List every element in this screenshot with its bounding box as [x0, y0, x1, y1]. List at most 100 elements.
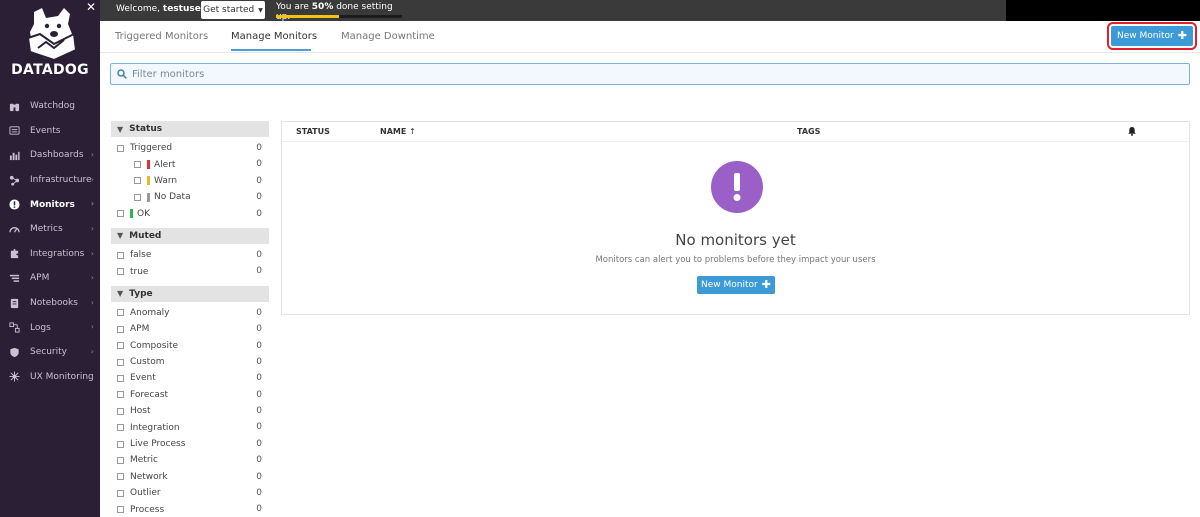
facet-checkbox[interactable] [117, 210, 124, 218]
get-started-button[interactable]: Get started ▼ [201, 1, 265, 19]
status-color-swatch [130, 209, 133, 219]
facet-header-muted[interactable]: ▼ Muted [111, 227, 269, 244]
sidebar-item-label: Security [30, 347, 67, 358]
facet-label: Triggered [130, 143, 173, 154]
facet-count: 0 [256, 373, 262, 384]
filter-monitors-input[interactable] [132, 68, 1132, 80]
sidebar-item-ux-monitoring[interactable]: UX Monitoring › [0, 365, 100, 390]
plus-icon: ✚ [1177, 29, 1187, 42]
facet-checkbox[interactable] [117, 309, 124, 317]
facet-row-outlier[interactable]: Outlier 0 [111, 485, 269, 501]
sidebar-item-monitors[interactable]: Monitors › [0, 192, 100, 217]
facet-row-ok[interactable]: OK 0 [111, 206, 269, 222]
facet-checkbox[interactable] [117, 374, 124, 382]
sidebar-item-events[interactable]: Events [0, 119, 100, 144]
bell-icon[interactable] [1127, 126, 1137, 136]
facet-row-live-process[interactable]: Live Process 0 [111, 436, 269, 452]
facet-checkbox[interactable] [117, 506, 124, 514]
facet-row-triggered[interactable]: Triggered 0 [111, 140, 269, 156]
sidebar-item-notebooks[interactable]: Notebooks › [0, 291, 100, 316]
logs-icon [8, 322, 20, 334]
facet-row-composite[interactable]: Composite 0 [111, 338, 269, 354]
sidebar-item-infrastructure[interactable]: Infrastructure › [0, 168, 100, 193]
chevron-right-icon: › [90, 174, 94, 184]
datadog-logo[interactable]: DATADOG [0, 0, 100, 90]
facet-count: 0 [256, 438, 262, 449]
facet-row-anomaly[interactable]: Anomaly 0 [111, 305, 269, 321]
facet-checkbox[interactable] [117, 473, 124, 481]
sidebar-item-security[interactable]: Security › [0, 340, 100, 365]
facet-checkbox[interactable] [117, 358, 124, 366]
facet-label: true [130, 266, 149, 277]
column-name[interactable]: NAME ↑ [380, 127, 416, 136]
tab-manage-monitors[interactable]: Manage Monitors [231, 31, 317, 42]
facet-checkbox[interactable] [117, 440, 124, 448]
facet-row-warn[interactable]: Warn 0 [111, 173, 269, 189]
facet-row-alert[interactable]: Alert 0 [111, 156, 269, 172]
facet-checkbox[interactable] [117, 268, 124, 276]
facet-count: 0 [256, 324, 262, 335]
facet-checkbox[interactable] [117, 456, 124, 464]
facet-checkbox[interactable] [134, 193, 141, 201]
facet-row-network[interactable]: Network 0 [111, 469, 269, 485]
facet-count: 0 [256, 159, 262, 170]
facet-row-integration[interactable]: Integration 0 [111, 419, 269, 435]
facet-row-false[interactable]: false 0 [111, 247, 269, 263]
column-status[interactable]: STATUS [296, 127, 330, 136]
facet-checkbox[interactable] [134, 177, 141, 185]
sidebar-item-apm[interactable]: APM › [0, 266, 100, 291]
alert-circle-icon [8, 199, 20, 211]
facet-checkbox[interactable] [134, 161, 141, 169]
chevron-right-icon: › [90, 371, 94, 381]
sidebar-item-logs[interactable]: Logs › [0, 315, 100, 340]
sidebar-item-metrics[interactable]: Metrics › [0, 217, 100, 242]
facet-count: 0 [256, 488, 262, 499]
sidebar: DATADOG ✕ Watchdog Events Dashboards › Infra… [0, 0, 100, 517]
status-color-swatch [147, 176, 150, 186]
facet-label: Outlier [130, 488, 161, 499]
column-tags[interactable]: TAGS [797, 127, 820, 136]
facet-checkbox[interactable] [117, 144, 124, 152]
filter-bar [110, 63, 1190, 85]
facet-label: Live Process [130, 439, 186, 450]
new-monitor-button[interactable]: New Monitor ✚ [1107, 22, 1197, 50]
facet-row-true[interactable]: true 0 [111, 263, 269, 279]
facet-checkbox[interactable] [117, 489, 124, 497]
shield-icon [8, 346, 20, 358]
facet-row-process[interactable]: Process 0 [111, 501, 269, 517]
tab-manage-downtime[interactable]: Manage Downtime [341, 31, 435, 42]
facet-checkbox[interactable] [117, 424, 124, 432]
topbar-blank-area [1006, 0, 1200, 21]
chevron-right-icon: › [90, 223, 94, 233]
facet-header-status[interactable]: ▼ Status [111, 121, 269, 137]
facet-checkbox[interactable] [117, 325, 124, 333]
sidebar-item-integrations[interactable]: Integrations › [0, 242, 100, 267]
facet-row-host[interactable]: Host 0 [111, 403, 269, 419]
facet-label: Anomaly [130, 307, 170, 318]
facet-row-apm[interactable]: APM 0 [111, 321, 269, 337]
facet-header-type[interactable]: ▼ Type [111, 285, 269, 302]
facet-row-custom[interactable]: Custom 0 [111, 354, 269, 370]
facet-row-event[interactable]: Event 0 [111, 370, 269, 386]
nodes-icon [8, 174, 20, 186]
sidebar-nav: Watchdog Events Dashboards › Infrastructure ›… [0, 94, 100, 389]
empty-new-monitor-button[interactable]: New Monitor ✚ [697, 276, 775, 294]
facet-checkbox[interactable] [117, 251, 124, 259]
facet-checkbox[interactable] [117, 407, 124, 415]
facet-count: 0 [256, 208, 262, 219]
caret-down-icon: ▼ [258, 6, 263, 14]
tab-triggered-monitors[interactable]: Triggered Monitors [115, 31, 208, 42]
sidebar-item-watchdog[interactable]: Watchdog [0, 94, 100, 119]
facet-row-metric[interactable]: Metric 0 [111, 452, 269, 468]
facet-checkbox[interactable] [117, 391, 124, 399]
facet-checkbox[interactable] [117, 342, 124, 350]
facet-row-forecast[interactable]: Forecast 0 [111, 387, 269, 403]
facet-count: 0 [256, 340, 262, 351]
close-icon[interactable]: ✕ [86, 1, 96, 13]
facet-row-no-data[interactable]: No Data 0 [111, 189, 269, 205]
get-started-label: Get started [203, 5, 255, 15]
sidebar-item-dashboards[interactable]: Dashboards › [0, 143, 100, 168]
status-color-swatch [147, 160, 150, 170]
facet-label: Custom [130, 357, 165, 368]
facet-label: Metric [130, 455, 158, 466]
